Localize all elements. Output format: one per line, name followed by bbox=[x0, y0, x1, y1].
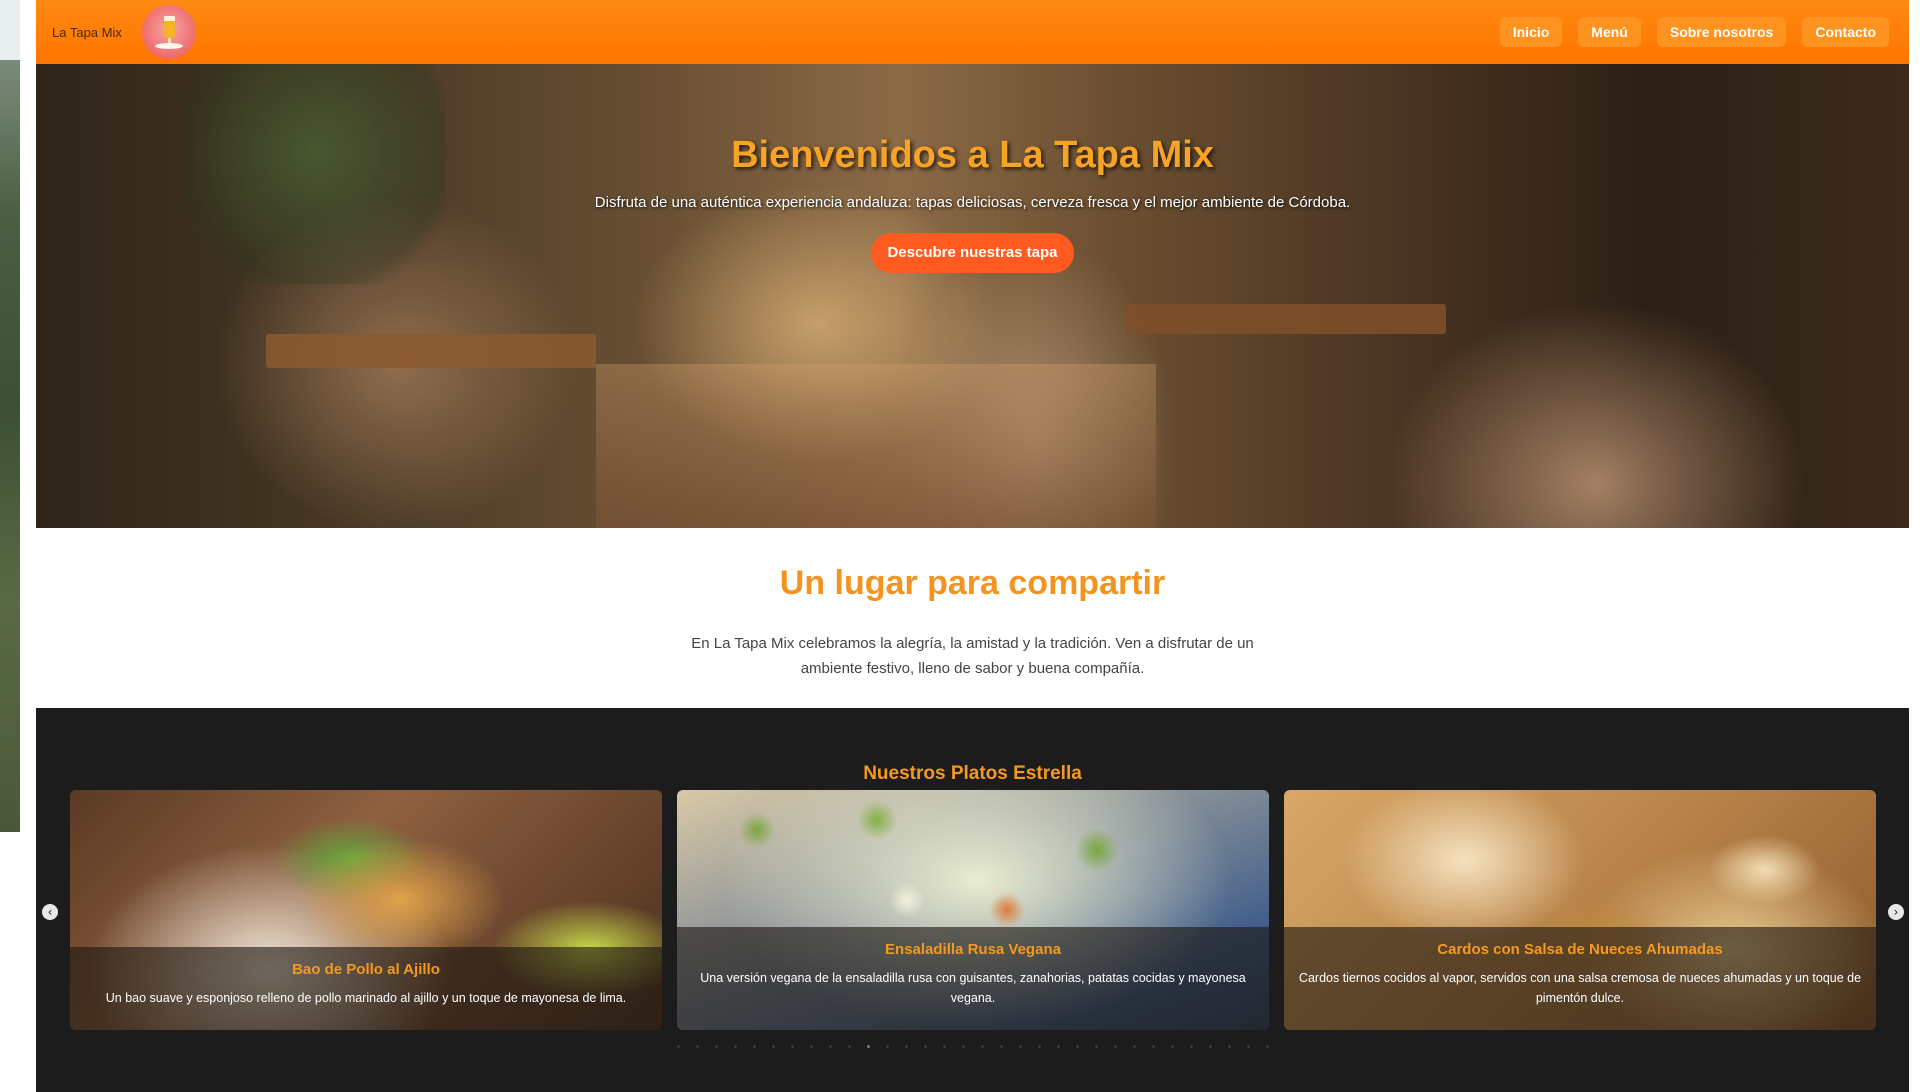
carousel-dot[interactable] bbox=[1246, 1045, 1250, 1048]
about-text: En La Tapa Mix celebramos la alegría, la… bbox=[691, 635, 1254, 677]
carousel-dot[interactable] bbox=[1113, 1045, 1117, 1048]
carousel-dot[interactable] bbox=[866, 1045, 870, 1048]
carousel-dot[interactable] bbox=[961, 1045, 965, 1048]
carousel-dot[interactable] bbox=[999, 1045, 1003, 1048]
dish-description: Una versión vegana de la ensaladilla rus… bbox=[700, 971, 1246, 1005]
carousel-dot[interactable] bbox=[980, 1045, 984, 1048]
carousel-dot[interactable] bbox=[676, 1045, 680, 1048]
dish-name: Ensaladilla Rusa Vegana bbox=[885, 941, 1061, 958]
about-title: Un lugar para compartir bbox=[779, 564, 1166, 602]
carousel-dot[interactable] bbox=[942, 1045, 946, 1048]
hero-photo-table bbox=[1126, 304, 1446, 334]
brand-name[interactable]: La Tapa Mix bbox=[52, 25, 122, 40]
carousel-dot[interactable] bbox=[1094, 1045, 1098, 1048]
dishes-section: Nuestros Platos Estrella ‹ Bao de Pollo … bbox=[36, 708, 1909, 1092]
dish-description: Un bao suave y esponjoso relleno de poll… bbox=[105, 991, 627, 1005]
backdrop-right bbox=[1908, 0, 1920, 1092]
dish-caption: Bao de Pollo al Ajillo Un bao suave y es… bbox=[70, 947, 662, 1030]
dish-caption: Ensaladilla Rusa Vegana Una versión vega… bbox=[677, 927, 1269, 1030]
nav-link-inicio[interactable]: Inicio bbox=[1499, 17, 1563, 47]
carousel-dot[interactable] bbox=[1265, 1045, 1269, 1048]
carousel-dot[interactable] bbox=[1227, 1045, 1231, 1048]
dish-name: Cardos con Salsa de Nueces Ahumadas bbox=[1437, 941, 1723, 958]
dish-description: Cardos tiernos cocidos al vapor, servido… bbox=[1298, 971, 1862, 1005]
carousel-dot[interactable] bbox=[809, 1045, 813, 1048]
page: La Tapa Mix Inicio Menú Sobre nosotros C… bbox=[36, 0, 1909, 1092]
site-header: La Tapa Mix Inicio Menú Sobre nosotros C… bbox=[36, 0, 1909, 64]
backdrop-forest-image bbox=[0, 60, 20, 832]
carousel-dot[interactable] bbox=[923, 1045, 927, 1048]
carousel-dot[interactable] bbox=[885, 1045, 889, 1048]
main-nav: Inicio Menú Sobre nosotros Contacto bbox=[1499, 17, 1889, 47]
about-section: Un lugar para compartir En La Tapa Mix c… bbox=[36, 528, 1909, 708]
carousel-dot[interactable] bbox=[1056, 1045, 1060, 1048]
beer-logo-icon[interactable] bbox=[141, 5, 196, 59]
carousel-dot[interactable] bbox=[1132, 1045, 1136, 1048]
hero-photo-floor bbox=[596, 364, 1156, 528]
carousel-dot[interactable] bbox=[904, 1045, 908, 1048]
dish-caption: Cardos con Salsa de Nueces Ahumadas Card… bbox=[1284, 927, 1876, 1030]
carousel-dot[interactable] bbox=[790, 1045, 794, 1048]
backdrop-blank bbox=[0, 832, 36, 1092]
dish-card[interactable]: Bao de Pollo al Ajillo Un bao suave y es… bbox=[70, 790, 662, 1030]
carousel-dot[interactable] bbox=[695, 1045, 699, 1048]
carousel-dot[interactable] bbox=[1170, 1045, 1174, 1048]
carousel-dot[interactable] bbox=[847, 1045, 851, 1048]
carousel-dot[interactable] bbox=[752, 1045, 756, 1048]
carousel-dot[interactable] bbox=[1189, 1045, 1193, 1048]
carousel-dot[interactable] bbox=[1075, 1045, 1079, 1048]
hero-subtitle: Disfruta de una auténtica experiencia an… bbox=[594, 194, 1351, 211]
carousel-dot[interactable] bbox=[714, 1045, 718, 1048]
carousel-dot[interactable] bbox=[1037, 1045, 1041, 1048]
discover-tapas-button[interactable]: Descubre nuestras tapa bbox=[871, 233, 1074, 273]
dish-name: Bao de Pollo al Ajillo bbox=[292, 961, 440, 978]
dishes-title: Nuestros Platos Estrella bbox=[863, 763, 1082, 784]
backdrop-strip bbox=[0, 0, 20, 60]
carousel-dot[interactable] bbox=[733, 1045, 737, 1048]
nav-link-sobre-nosotros[interactable]: Sobre nosotros bbox=[1656, 17, 1787, 47]
nav-link-contacto[interactable]: Contacto bbox=[1802, 17, 1889, 47]
dish-card[interactable]: Ensaladilla Rusa Vegana Una versión vega… bbox=[677, 790, 1269, 1030]
chevron-right-icon[interactable]: › bbox=[1888, 904, 1904, 920]
carousel-dot[interactable] bbox=[1018, 1045, 1022, 1048]
carousel-dot[interactable] bbox=[771, 1045, 775, 1048]
carousel-dot[interactable] bbox=[1208, 1045, 1212, 1048]
nav-link-menu[interactable]: Menú bbox=[1578, 17, 1641, 47]
hero-title: Bienvenidos a La Tapa Mix bbox=[731, 134, 1214, 176]
hero-photo-table bbox=[266, 334, 596, 368]
hero-section: Bienvenidos a La Tapa Mix Disfruta de un… bbox=[36, 64, 1909, 528]
carousel-dot[interactable] bbox=[1151, 1045, 1155, 1048]
chevron-left-icon[interactable]: ‹ bbox=[42, 904, 58, 920]
carousel-dot[interactable] bbox=[828, 1045, 832, 1048]
dish-card[interactable]: Cardos con Salsa de Nueces Ahumadas Card… bbox=[1284, 790, 1876, 1030]
hero-content: Bienvenidos a La Tapa Mix Disfruta de un… bbox=[36, 64, 1909, 273]
carousel-dots bbox=[36, 1045, 1909, 1053]
